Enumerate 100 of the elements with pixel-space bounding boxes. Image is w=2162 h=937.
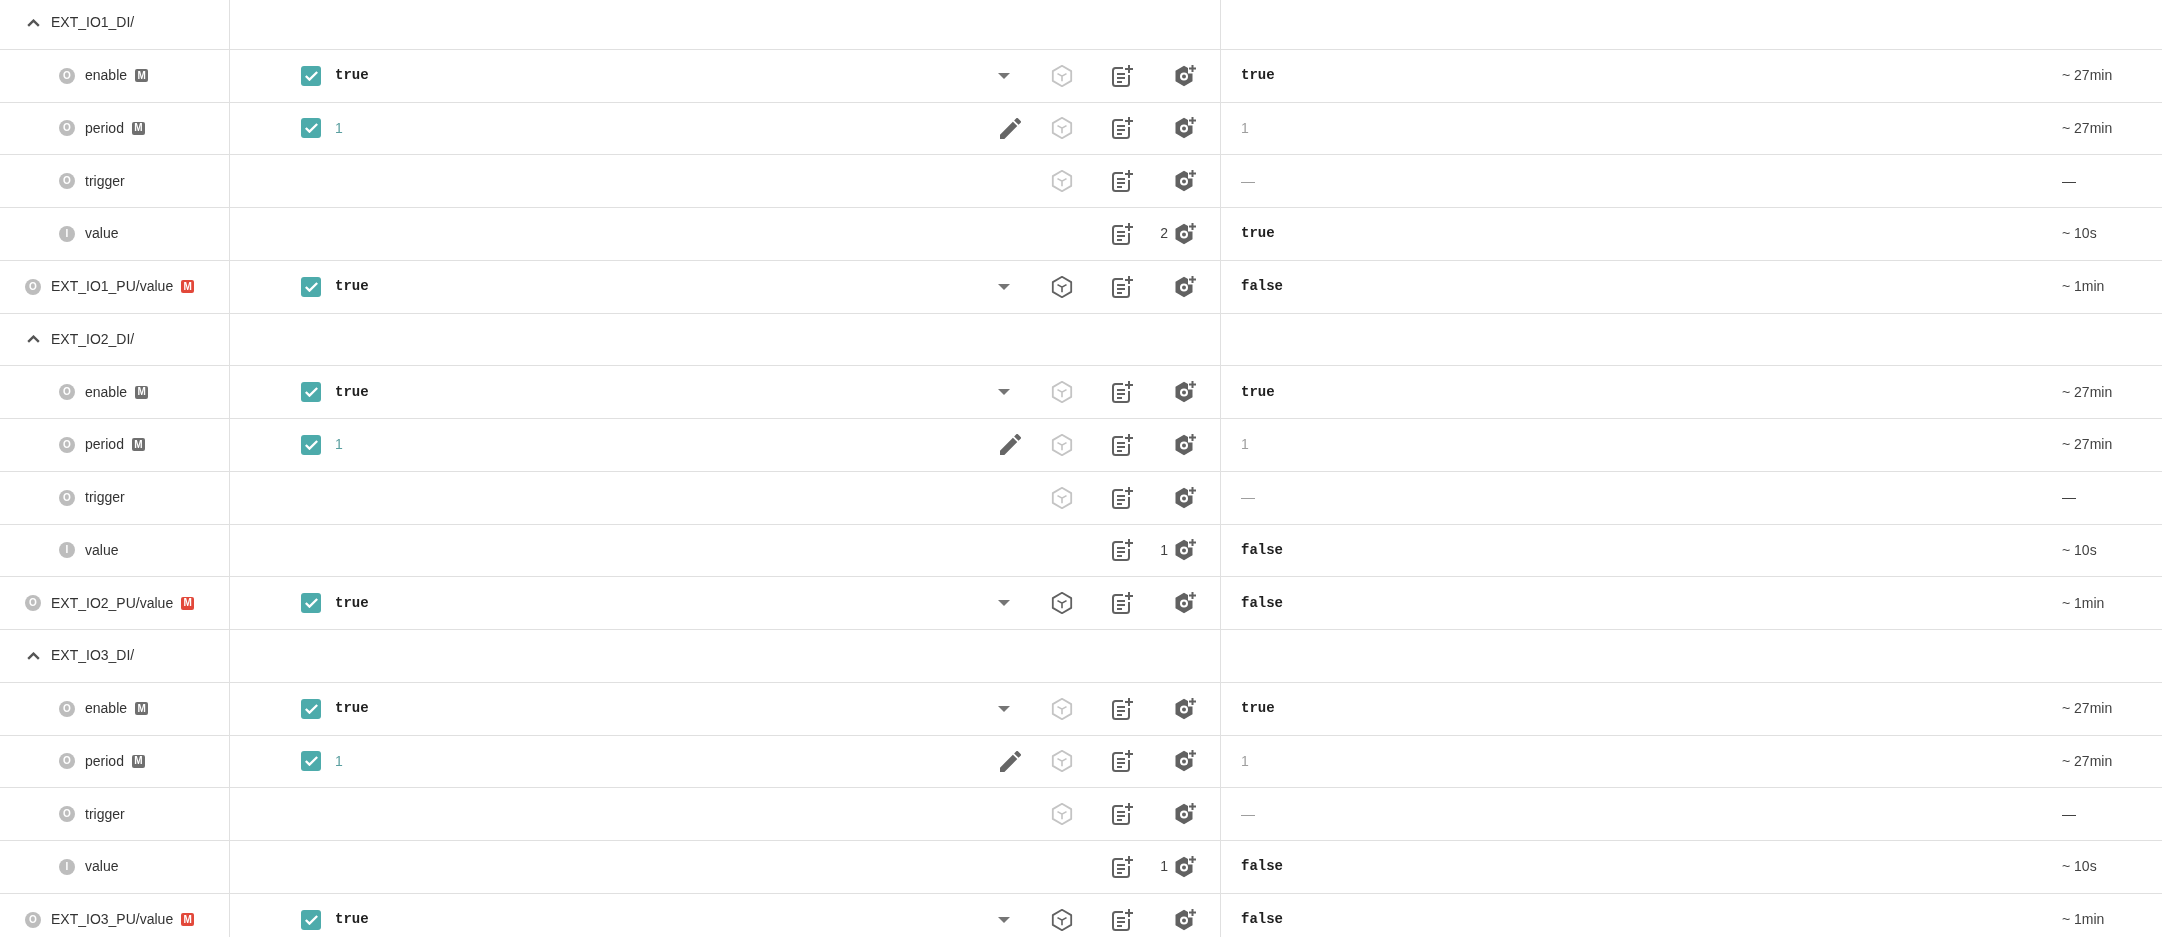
hexagon-plus-icon[interactable]	[1173, 116, 1197, 141]
document-plus-icon[interactable]	[1110, 274, 1134, 299]
age-label: ~ 10s	[2062, 540, 2097, 560]
chevron-up-icon[interactable]	[27, 651, 40, 660]
checkmark-icon	[304, 756, 318, 767]
hexagon-plus-icon[interactable]	[1173, 538, 1197, 563]
reported-value: 1	[1241, 435, 1249, 455]
mode-badge: O	[59, 384, 75, 401]
folder-name[interactable]: EXT_IO3_DI/	[51, 645, 135, 667]
reported-value: true	[1241, 66, 1275, 86]
caret-down-icon[interactable]	[998, 916, 1010, 923]
age-label: ~ 10s	[2062, 224, 2097, 244]
hexagon-plus-icon[interactable]	[1173, 274, 1197, 299]
pencil-icon[interactable]	[1000, 117, 1021, 139]
flag-badge: M	[131, 121, 145, 135]
checkmark-icon	[304, 70, 318, 81]
value-select[interactable]: true	[335, 577, 1022, 629]
checkmark-icon	[304, 123, 318, 134]
age-label: ~ 27min	[2062, 66, 2113, 86]
caret-down-icon[interactable]	[998, 72, 1010, 79]
checkbox[interactable]	[301, 751, 321, 772]
reported-value: false	[1241, 540, 1283, 560]
mode-badge: O	[59, 806, 75, 823]
pencil-icon[interactable]	[1000, 750, 1021, 772]
value-select[interactable]: true	[335, 260, 1022, 313]
flag-badge: M	[131, 754, 145, 768]
hexagon-plus-icon[interactable]	[1173, 485, 1197, 510]
document-plus-icon[interactable]	[1110, 538, 1134, 563]
checkbox[interactable]	[301, 382, 321, 403]
age-label: ~ 27min	[2062, 118, 2113, 138]
chevron-up-icon[interactable]	[27, 18, 40, 27]
hexagon-plus-icon[interactable]	[1173, 696, 1197, 721]
document-plus-icon[interactable]	[1110, 749, 1134, 774]
hexagon-plus-icon[interactable]	[1173, 63, 1197, 88]
hexagon-plus-icon[interactable]	[1173, 854, 1197, 879]
checkbox[interactable]	[301, 593, 321, 614]
mode-badge: O	[59, 173, 75, 190]
cube-icon[interactable]	[1050, 591, 1074, 616]
caret-down-icon[interactable]	[998, 600, 1010, 607]
hexagon-plus-icon[interactable]	[1173, 749, 1197, 774]
flag-badge: M	[135, 385, 149, 399]
folder-name[interactable]: EXT_IO2_DI/	[51, 328, 135, 350]
hexagon-plus-icon[interactable]	[1173, 221, 1197, 246]
value-select[interactable]: true	[335, 366, 1022, 418]
age-label: ~ 27min	[2062, 382, 2113, 402]
value-select[interactable]: true	[335, 49, 1022, 102]
mode-badge: O	[25, 278, 41, 295]
pencil-icon[interactable]	[1000, 434, 1021, 456]
document-plus-icon[interactable]	[1110, 432, 1134, 457]
hexagon-plus-icon[interactable]	[1173, 380, 1197, 405]
checkmark-icon	[304, 914, 318, 925]
reported-value: 1	[1241, 751, 1249, 771]
document-plus-icon[interactable]	[1110, 116, 1134, 141]
document-plus-icon[interactable]	[1110, 854, 1134, 879]
checkbox[interactable]	[301, 276, 321, 297]
caret-down-icon[interactable]	[998, 389, 1010, 396]
document-plus-icon[interactable]	[1110, 696, 1134, 721]
count-label: 2	[1160, 224, 1168, 244]
reported-value: 1	[1241, 118, 1249, 138]
hexagon-plus-icon[interactable]	[1173, 591, 1197, 616]
chevron-up-icon[interactable]	[27, 335, 40, 344]
hexagon-plus-icon[interactable]	[1173, 907, 1197, 932]
mode-badge: O	[59, 436, 75, 453]
document-plus-icon[interactable]	[1110, 591, 1134, 616]
caret-down-icon[interactable]	[998, 705, 1010, 712]
reported-value: true	[1241, 382, 1275, 402]
age-label: ~ 27min	[2062, 435, 2113, 455]
document-plus-icon[interactable]	[1110, 63, 1134, 88]
mode-badge: I	[59, 225, 75, 242]
checkmark-icon	[304, 281, 318, 292]
reported-value: —	[1241, 488, 1255, 508]
hexagon-plus-icon[interactable]	[1173, 432, 1197, 457]
checkbox[interactable]	[301, 434, 321, 455]
document-plus-icon[interactable]	[1110, 907, 1134, 932]
checkbox[interactable]	[301, 909, 321, 930]
hexagon-plus-icon[interactable]	[1173, 802, 1197, 827]
value-select[interactable]: true	[335, 893, 1022, 937]
checkbox[interactable]	[301, 65, 321, 86]
caret-down-icon[interactable]	[998, 283, 1010, 290]
document-plus-icon[interactable]	[1110, 802, 1134, 827]
checkbox[interactable]	[301, 698, 321, 719]
document-plus-icon[interactable]	[1110, 221, 1134, 246]
property-name: EXT_IO2_PU/value	[51, 593, 174, 613]
document-plus-icon[interactable]	[1110, 169, 1134, 194]
age-label: ~ 1min	[2062, 277, 2105, 297]
property-name: trigger	[85, 804, 125, 824]
document-plus-icon[interactable]	[1110, 380, 1134, 405]
flag-badge: M	[131, 438, 145, 452]
checkmark-icon	[304, 598, 318, 609]
checkbox[interactable]	[301, 118, 321, 139]
value-select[interactable]: true	[335, 682, 1022, 735]
property-name: enable	[85, 382, 128, 402]
document-plus-icon[interactable]	[1110, 485, 1134, 510]
cube-icon[interactable]	[1050, 274, 1074, 299]
hexagon-plus-icon[interactable]	[1173, 169, 1197, 194]
reported-value: —	[1241, 171, 1255, 191]
checkmark-icon	[304, 387, 318, 398]
folder-name[interactable]: EXT_IO1_DI/	[51, 12, 135, 34]
count-label: 1	[1160, 857, 1168, 877]
cube-icon[interactable]	[1050, 907, 1074, 932]
